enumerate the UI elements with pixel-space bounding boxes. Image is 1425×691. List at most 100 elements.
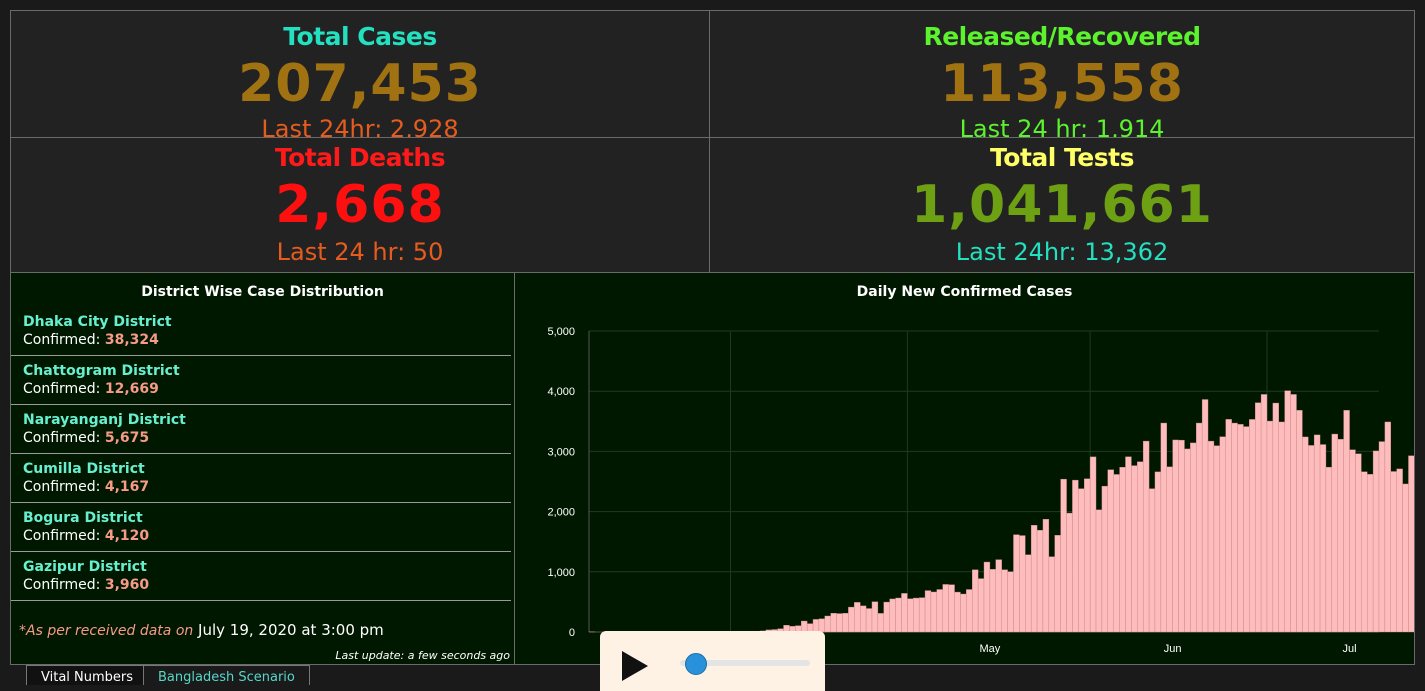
daily-cases-bar: [848, 607, 854, 632]
total-deaths-last24: Last 24 hr: 50: [11, 238, 709, 266]
daily-cases-bar: [1385, 422, 1391, 632]
daily-cases-bar: [1031, 525, 1037, 632]
district-confirmed: Confirmed: 4,167: [23, 478, 511, 497]
daily-cases-bar: [919, 598, 925, 632]
daily-cases-bar: [860, 606, 866, 632]
daily-cases-bar: [996, 560, 1002, 632]
daily-cases-bar: [1232, 423, 1238, 632]
recovered-value: 113,558: [710, 53, 1414, 115]
daily-cases-bar: [878, 613, 884, 632]
daily-cases-bar: [949, 585, 955, 632]
daily-cases-bar: [1096, 510, 1102, 632]
daily-cases-bar: [1196, 423, 1202, 632]
daily-cases-bar: [1379, 442, 1385, 632]
daily-cases-bar: [1403, 484, 1409, 632]
daily-cases-bar: [907, 599, 913, 632]
y-tick-label: 4,000: [547, 386, 575, 398]
confirmed-label: Confirmed:: [23, 528, 100, 544]
daily-cases-bar: [1125, 457, 1131, 632]
district-confirmed: Confirmed: 38,324: [23, 331, 511, 350]
district-item[interactable]: Gazipur District Confirmed: 3,960: [11, 552, 511, 601]
daily-cases-bar: [854, 602, 860, 632]
tab-bangladesh-scenario[interactable]: Bangladesh Scenario: [143, 665, 310, 685]
confirmed-label: Confirmed:: [23, 479, 100, 495]
district-item[interactable]: Bogura District Confirmed: 4,120: [11, 503, 511, 552]
daily-cases-bar: [1173, 440, 1179, 632]
daily-cases-bar: [1019, 536, 1025, 632]
daily-cases-bar: [1344, 410, 1350, 632]
daily-cases-bar: [896, 598, 902, 632]
daily-cases-bar: [1002, 570, 1008, 632]
district-name: Cumilla District: [23, 460, 511, 478]
daily-cases-bar: [1061, 479, 1067, 632]
total-cases-title: Total Cases: [11, 21, 709, 53]
time-player: [600, 631, 825, 691]
daily-cases-bar: [1055, 535, 1061, 632]
chart-panel: Daily New Confirmed Cases 01,0002,0003,0…: [514, 272, 1415, 665]
daily-cases-bar: [1355, 454, 1361, 632]
y-tick-label: 2,000: [547, 507, 575, 519]
district-item[interactable]: Cumilla District Confirmed: 4,167: [11, 454, 511, 503]
recovered-title: Released/Recovered: [710, 21, 1414, 53]
last-update: Last update: a few seconds ago: [335, 649, 510, 662]
total-cases-last24: Last 24hr: 2,928: [11, 115, 709, 138]
daily-cases-bar: [1332, 434, 1338, 632]
district-confirmed: Confirmed: 4,120: [23, 527, 511, 546]
daily-cases-bar: [1326, 467, 1332, 632]
daily-cases-bar: [1184, 449, 1190, 632]
x-tick-label: May: [980, 643, 1001, 655]
y-tick-label: 0: [569, 627, 575, 639]
daily-cases-bar: [1279, 422, 1285, 632]
daily-cases-bar: [1155, 472, 1161, 632]
recovered-last24: Last 24 hr: 1,914: [710, 115, 1414, 138]
daily-cases-bar: [1025, 555, 1031, 632]
daily-cases-bar: [1120, 467, 1126, 632]
daily-cases-bar: [1108, 470, 1114, 632]
district-panel-title: District Wise Case Distribution: [11, 283, 514, 301]
daily-cases-bar: [1008, 572, 1014, 632]
total-cases-card: Total Cases 207,453 Last 24hr: 2,928: [10, 10, 710, 138]
daily-cases-bar: [1208, 441, 1214, 632]
daily-cases-bar: [1143, 441, 1149, 632]
daily-cases-bar: [1084, 479, 1090, 632]
total-tests-card: Total Tests 1,041,661 Last 24hr: 13,362: [709, 137, 1415, 273]
confirmed-value: 12,669: [105, 381, 159, 397]
daily-cases-bar: [1273, 403, 1279, 632]
district-name: Narayanganj District: [23, 411, 511, 429]
daily-cases-bar: [1179, 440, 1185, 632]
daily-cases-bar: [1243, 427, 1249, 632]
daily-cases-bar: [1296, 410, 1302, 632]
daily-cases-bar: [978, 579, 984, 632]
daily-cases-bar: [1261, 394, 1267, 632]
daily-cases-bar: [825, 616, 831, 632]
confirmed-value: 38,324: [105, 332, 159, 348]
daily-cases-bar: [1314, 435, 1320, 632]
daily-cases-bar: [1320, 445, 1326, 632]
daily-cases-bar: [1114, 474, 1120, 632]
tab-vital-numbers[interactable]: Vital Numbers: [26, 665, 148, 685]
time-slider-handle[interactable]: [685, 653, 707, 675]
daily-cases-bar: [1043, 519, 1049, 632]
daily-cases-bar: [1078, 489, 1084, 632]
district-list[interactable]: Dhaka City District Confirmed: 38,324 Ch…: [11, 307, 511, 601]
district-item[interactable]: Dhaka City District Confirmed: 38,324: [11, 307, 511, 356]
daily-cases-bar: [1285, 391, 1291, 632]
y-tick-label: 3,000: [547, 446, 575, 458]
total-deaths-title: Total Deaths: [11, 142, 709, 174]
daily-cases-bar: [1361, 472, 1367, 632]
daily-cases-chart[interactable]: 01,0002,0003,0004,0005,000AprMayJunJul: [515, 273, 1414, 664]
daily-cases-bar: [1090, 457, 1096, 632]
daily-cases-bar: [1102, 486, 1108, 632]
data-note-label: *As per received data on: [19, 623, 193, 639]
daily-cases-bar: [1049, 557, 1055, 632]
total-tests-last24: Last 24hr: 13,362: [710, 238, 1414, 266]
daily-cases-bar: [943, 584, 949, 632]
district-item[interactable]: Chattogram District Confirmed: 12,669: [11, 356, 511, 405]
daily-cases-bar: [1013, 535, 1019, 632]
daily-cases-bar: [819, 619, 825, 632]
data-note: *As per received data on July 19, 2020 a…: [19, 621, 384, 639]
play-icon[interactable]: [622, 651, 648, 681]
district-item[interactable]: Narayanganj District Confirmed: 5,675: [11, 405, 511, 454]
y-tick-label: 5,000: [547, 326, 575, 338]
daily-cases-bar: [966, 590, 972, 633]
